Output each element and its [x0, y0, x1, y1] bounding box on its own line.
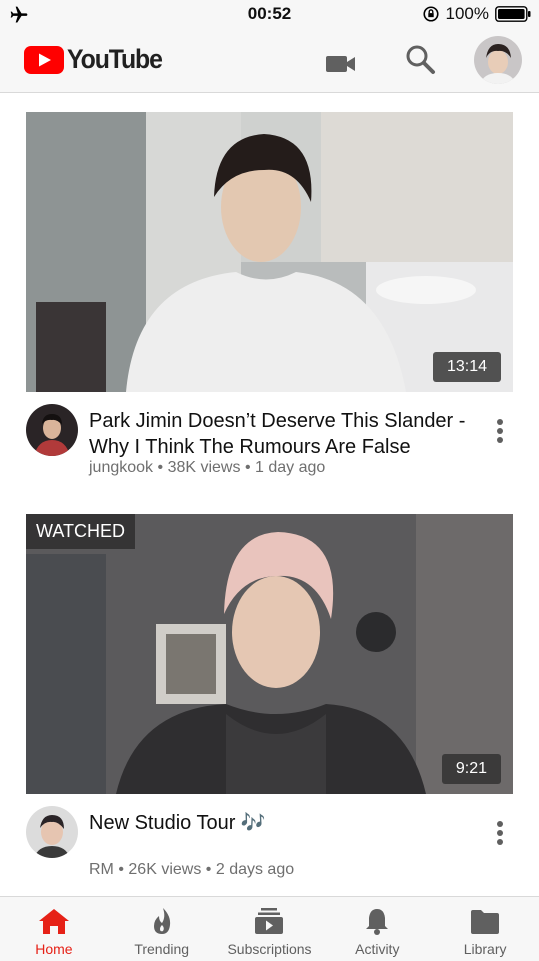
nav-library[interactable]: Library [431, 897, 539, 961]
video-duration: 13:14 [432, 352, 501, 382]
upload-age: 1 day ago [255, 459, 326, 476]
home-icon [38, 909, 69, 934]
status-bar: 00:52 100% [0, 0, 539, 30]
subscriptions-icon [255, 908, 284, 934]
upload-camera-icon[interactable] [323, 47, 357, 81]
video-meta: jungkook • 38K views • 1 day ago [89, 459, 325, 477]
more-options-icon[interactable] [488, 416, 512, 446]
video-thumbnail[interactable]: 13:14 [26, 112, 513, 392]
video-meta: RM • 26K views • 2 days ago [89, 861, 294, 879]
search-icon[interactable] [403, 42, 437, 76]
battery-percent: 100% [445, 4, 489, 23]
thumbnail-image [26, 112, 513, 392]
nav-activity[interactable]: Activity [323, 897, 431, 961]
more-options-icon[interactable] [488, 818, 512, 848]
nav-home[interactable]: Home [0, 897, 108, 961]
bell-icon [366, 909, 389, 935]
app-name: YouTube [67, 44, 163, 74]
channel-avatar[interactable] [26, 404, 78, 456]
trending-icon [153, 908, 170, 934]
account-avatar[interactable] [474, 36, 522, 84]
nav-subscriptions[interactable]: Subscriptions [216, 897, 324, 961]
app-header: YouTube [0, 30, 539, 93]
meta-separator: • [205, 861, 212, 878]
nav-label: Trending [134, 941, 190, 957]
nav-label: Home [35, 941, 73, 957]
nav-label: Subscriptions [227, 941, 312, 957]
video-thumbnail[interactable]: WATCHED 9:21 [26, 514, 513, 794]
battery-icon [495, 6, 531, 22]
youtube-logo[interactable]: YouTube [24, 44, 170, 75]
rotation-lock-icon [422, 6, 439, 22]
meta-separator: • [118, 861, 124, 878]
meta-separator: • [157, 459, 164, 476]
nav-label: Library [463, 941, 507, 957]
channel-name[interactable]: jungkook [89, 459, 153, 476]
video-title[interactable]: Park Jimin Doesn’t Deserve This Slander … [89, 408, 484, 460]
upload-age: 2 days ago [215, 861, 295, 878]
view-count: 26K views [128, 861, 202, 878]
thumbnail-image [26, 514, 513, 794]
channel-avatar[interactable] [26, 806, 78, 858]
nav-trending[interactable]: Trending [108, 897, 216, 961]
bottom-navigation: Home Trending Subscriptions Activity Lib… [0, 896, 539, 961]
video-duration: 9:21 [441, 754, 501, 784]
nav-label: Activity [355, 941, 400, 957]
watched-badge: WATCHED [26, 514, 135, 549]
meta-separator: • [244, 459, 251, 476]
view-count: 38K views [167, 459, 241, 476]
video-title[interactable]: New Studio Tour 🎶 [89, 810, 484, 836]
youtube-play-logo-icon [24, 45, 64, 74]
library-icon [471, 910, 500, 934]
channel-name[interactable]: RM [89, 861, 114, 878]
